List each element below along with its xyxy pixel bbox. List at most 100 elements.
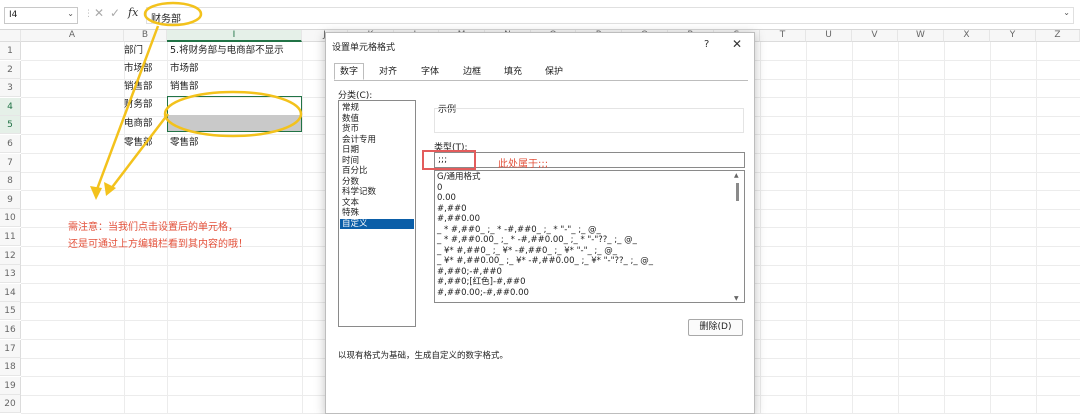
row-header-11[interactable]: 11	[0, 228, 21, 246]
type-list-item[interactable]: _ ¥* #,##0_ ;_ ¥* -#,##0_ ;_ ¥* "-"_ ;_ …	[437, 246, 617, 257]
insert-function-icon[interactable]: fx	[128, 6, 138, 19]
category-item[interactable]: 日期	[340, 145, 414, 156]
confirm-icon[interactable]: ✓	[110, 6, 120, 20]
tab-alignment[interactable]: 对齐	[372, 63, 404, 80]
type-list-item[interactable]: #,##0;-#,##0	[437, 267, 502, 278]
type-list-item[interactable]: G/通用格式	[437, 172, 480, 183]
column-gridline	[990, 42, 991, 414]
row-header-2[interactable]: 2	[0, 60, 21, 79]
delete-button[interactable]: 删除(D)	[688, 319, 743, 336]
category-item[interactable]: 数值	[340, 114, 414, 125]
col-header-U[interactable]: U	[806, 30, 852, 42]
type-list-item[interactable]: 0	[437, 183, 442, 194]
col-header-Y[interactable]: Y	[990, 30, 1036, 42]
formula-value: 财务部	[151, 14, 181, 25]
tab-border[interactable]: 边框	[456, 63, 488, 80]
row-header-18[interactable]: 18	[0, 358, 21, 377]
column-gridline	[898, 42, 899, 414]
expand-formula-icon[interactable]: ⌄	[1063, 8, 1070, 17]
dialog-title: 设置单元格格式	[332, 43, 396, 53]
type-list-item[interactable]: #,##0.00	[437, 214, 480, 225]
col-header-I[interactable]: I	[167, 30, 302, 42]
name-box[interactable]: I4 ⌄	[4, 7, 78, 24]
row-header-3[interactable]: 3	[0, 79, 21, 98]
row-header-8[interactable]: 8	[0, 172, 21, 191]
col-header-B[interactable]: B	[124, 30, 167, 42]
col-header-V[interactable]: V	[852, 30, 898, 42]
formula-bar: I4 ⌄ ⋮ ✕ ✓ fx 财务部 ⌄	[0, 0, 1080, 30]
category-item[interactable]: 常规	[340, 103, 414, 114]
col-header-W[interactable]: W	[898, 30, 944, 42]
row-header-12[interactable]: 12	[0, 246, 21, 265]
row-header-14[interactable]: 14	[0, 283, 21, 302]
cell-B6[interactable]: 零售部	[124, 134, 153, 152]
row-header-1[interactable]: 1	[0, 42, 21, 60]
row-header-5[interactable]: 5	[0, 116, 21, 135]
row-header-20[interactable]: 20	[0, 395, 21, 414]
category-item[interactable]: 文本	[340, 198, 414, 209]
cell-I3[interactable]: 销售部	[170, 78, 199, 96]
sample-box	[434, 108, 744, 133]
type-list-item[interactable]: 0.00	[437, 193, 456, 204]
column-gridline	[760, 42, 761, 414]
row-header-4[interactable]: 4	[0, 97, 21, 116]
col-header-A[interactable]: A	[21, 30, 124, 42]
cell-I2[interactable]: 市场部	[170, 60, 199, 78]
close-icon[interactable]: ✕	[732, 37, 742, 51]
category-item[interactable]: 特殊	[340, 208, 414, 219]
category-item[interactable]: 时间	[340, 156, 414, 167]
row-header-16[interactable]: 16	[0, 321, 21, 339]
cancel-icon[interactable]: ✕	[94, 6, 104, 20]
row-header-9[interactable]: 9	[0, 190, 21, 209]
cell-B1[interactable]: 部门	[124, 42, 143, 60]
category-item[interactable]: 科学记数	[340, 187, 414, 198]
category-item[interactable]: 货币	[340, 124, 414, 135]
selection-range[interactable]	[167, 96, 302, 132]
row-header-10[interactable]: 10	[0, 209, 21, 228]
format-description: 以现有格式为基础，生成自定义的数字格式。	[338, 351, 509, 361]
row-header-7[interactable]: 7	[0, 153, 21, 172]
column-gridline	[944, 42, 945, 414]
tab-divider	[334, 80, 748, 81]
type-list-item[interactable]: #,##0;[红色]-#,##0	[437, 277, 526, 288]
category-item[interactable]: 会计专用	[340, 135, 414, 146]
scroll-up-icon[interactable]: ▲	[734, 172, 739, 179]
cell-B5[interactable]: 电商部	[124, 115, 153, 133]
cell-B3[interactable]: 销售部	[124, 78, 153, 96]
type-list-item[interactable]: _ * #,##0_ ;_ * -#,##0_ ;_ * "-"_ ;_ @_	[437, 225, 601, 236]
category-item[interactable]: 百分比	[340, 166, 414, 177]
cell-B2[interactable]: 市场部	[124, 60, 153, 78]
help-icon[interactable]: ?	[704, 39, 709, 50]
formula-input[interactable]: 财务部	[146, 7, 1074, 25]
type-list-item[interactable]: _ * #,##0.00_ ;_ * -#,##0.00_ ;_ * "-"??…	[437, 235, 637, 246]
category-list[interactable]: 常规 数值 货币 会计专用 日期 时间 百分比 分数 科学记数 文本 特殊 自定…	[338, 100, 416, 327]
category-item-custom[interactable]: 自定义	[340, 218, 414, 229]
chevron-down-icon[interactable]: ⌄	[67, 9, 74, 18]
scroll-down-icon[interactable]: ▼	[734, 295, 739, 302]
col-header-T[interactable]: T	[760, 30, 806, 42]
type-input[interactable]: ;;;	[434, 152, 745, 168]
category-item[interactable]: 分数	[340, 177, 414, 188]
tab-fill[interactable]: 填充	[497, 63, 529, 80]
tab-font[interactable]: 字体	[414, 63, 446, 80]
cell-I1[interactable]: 5.将财务部与电商部不显示	[170, 42, 284, 60]
col-header-Z[interactable]: Z	[1036, 30, 1080, 42]
type-list-scrollbar[interactable]	[736, 183, 739, 201]
type-list-item[interactable]: #,##0.00;-#,##0.00	[437, 288, 529, 299]
row-header-13[interactable]: 13	[0, 265, 21, 284]
row-header-15[interactable]: 15	[0, 302, 21, 321]
tab-number[interactable]: 数字	[334, 63, 364, 80]
select-all-corner[interactable]	[0, 30, 21, 42]
col-header-X[interactable]: X	[944, 30, 990, 42]
row-header-17[interactable]: 17	[0, 339, 21, 358]
type-list-item[interactable]: _ ¥* #,##0.00_ ;_ ¥* -#,##0.00_ ;_ ¥* "-…	[437, 256, 653, 267]
cell-B4[interactable]: 财务部	[124, 96, 153, 114]
column-gridline	[302, 42, 303, 414]
row-header-6[interactable]: 6	[0, 135, 21, 153]
tab-protection[interactable]: 保护	[538, 63, 570, 80]
type-list[interactable]: G/通用格式 0 0.00 #,##0 #,##0.00 _ * #,##0_ …	[434, 170, 745, 303]
column-gridline	[806, 42, 807, 414]
row-header-19[interactable]: 19	[0, 376, 21, 395]
type-list-item[interactable]: #,##0	[437, 204, 466, 215]
cell-I6[interactable]: 零售部	[170, 134, 199, 152]
